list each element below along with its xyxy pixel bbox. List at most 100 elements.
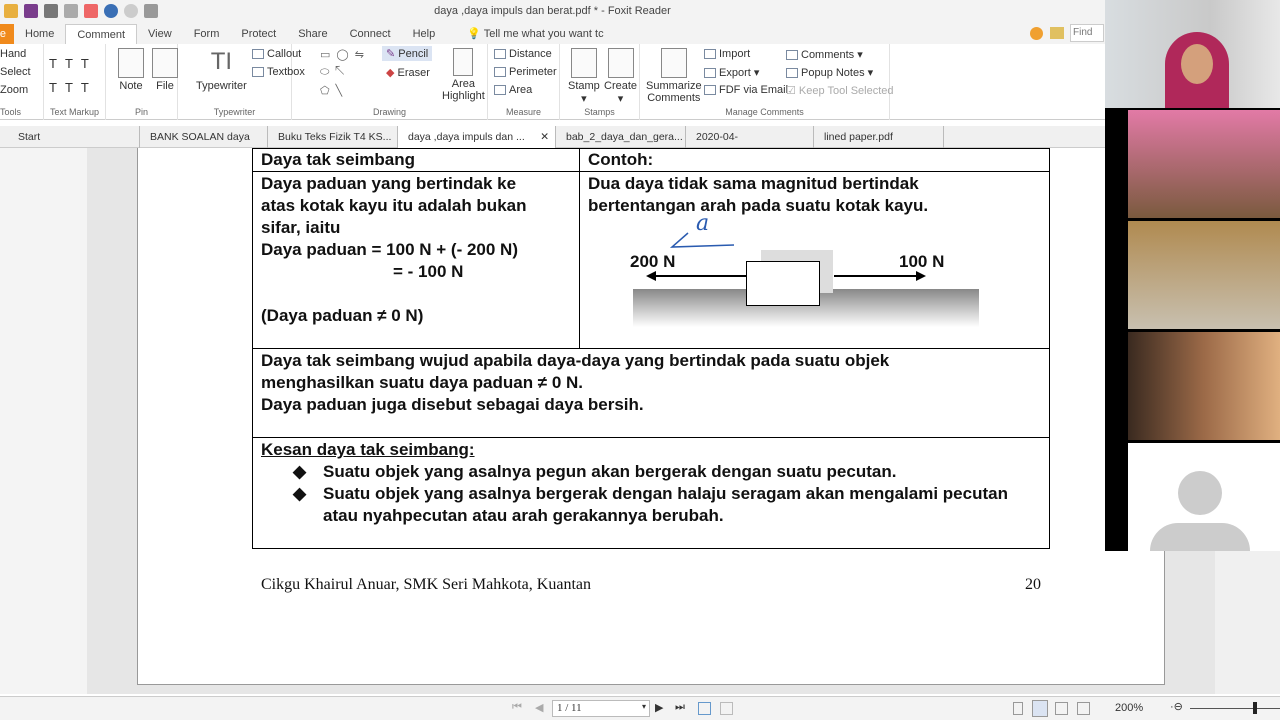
summarize-comments-button[interactable]: Summarize Comments — [646, 48, 702, 104]
participant-video-5 — [1128, 443, 1280, 551]
close-tab-icon[interactable]: ✕ — [540, 126, 549, 148]
group-label: Pin — [134, 107, 148, 117]
text-line: = - 100 N — [393, 262, 464, 281]
avatar-body — [1150, 523, 1250, 551]
force-diagram: a 200 N 100 N — [588, 213, 1041, 347]
area-highlight-button[interactable]: Area Highlight — [442, 48, 485, 102]
zoom-out-icon[interactable]: ·⊖ — [1170, 700, 1183, 713]
tab-buku-teks[interactable]: Buku Teks Fizik T4 KS... — [268, 126, 398, 148]
continuous-page-icon[interactable] — [1032, 700, 1048, 717]
force-right-label: 100 N — [899, 252, 945, 271]
comments-dropdown[interactable]: Comments ▾ — [786, 48, 863, 61]
next-page-icon[interactable]: ▶ — [655, 701, 663, 714]
import-label: Import — [719, 48, 751, 60]
tab-start[interactable]: Start — [8, 126, 140, 148]
document-tabs: Start BANK SOALAN daya d... Buku Teks Fi… — [0, 126, 1105, 165]
pencil-button[interactable]: ✎ Pencil — [382, 46, 433, 61]
tell-me-input[interactable]: 💡 Tell me what you want tc — [456, 24, 614, 44]
note-button[interactable]: Note — [118, 48, 144, 92]
participant-video-2 — [1128, 110, 1280, 218]
tab-bab-2[interactable]: bab_2_daya_dan_gera... — [556, 126, 686, 148]
text-line: Daya tak seimbang wujud apabila daya-day… — [261, 351, 890, 370]
menu-home[interactable]: Home — [14, 24, 65, 44]
tab-bank-soalan[interactable]: BANK SOALAN daya d... — [140, 126, 268, 165]
text-line: Dua daya tidak sama magnitud bertindak — [588, 174, 919, 193]
fdf-label: FDF via Email — [719, 84, 789, 96]
hand-tool[interactable]: Hand — [0, 48, 26, 60]
polygon-line-tools[interactable]: ⬠╲ — [320, 84, 348, 97]
menu-help[interactable]: Help — [402, 24, 447, 44]
highlight-underline-icons[interactable]: TTT — [49, 56, 97, 71]
prev-page-icon[interactable]: ◀ — [535, 701, 543, 714]
popup-notes-icon — [786, 68, 798, 79]
summarize-icon — [660, 48, 687, 78]
strikeout-replace-icons[interactable]: TTT — [49, 80, 97, 95]
fdf-email-icon — [704, 85, 716, 96]
file-button[interactable]: File — [152, 48, 178, 92]
tell-me-text: Tell me what you want tc — [483, 28, 604, 40]
select-tool[interactable]: Select — [0, 66, 31, 78]
group-label: Typewriter — [213, 107, 256, 117]
popup-notes-dropdown[interactable]: Popup Notes ▾ — [786, 66, 873, 79]
zoom-slider[interactable] — [1190, 702, 1280, 714]
keep-tool-selected-checkbox[interactable]: ☑ Keep Tool Selected — [786, 84, 894, 97]
tab-daya-active[interactable]: daya ,daya impuls dan ... ✕ — [398, 126, 556, 148]
zoom-level[interactable]: 200% — [1115, 702, 1143, 714]
area-label: Area — [451, 78, 476, 90]
last-page-icon[interactable]: ⏭ — [675, 701, 685, 714]
facing-page-icon[interactable] — [1055, 702, 1068, 715]
find-input[interactable]: Find — [1070, 24, 1104, 42]
tab-2020-04-01[interactable]: 2020-04-01_093611.pd... — [686, 126, 814, 165]
typewriter-button[interactable]: TI Typewriter — [196, 48, 247, 92]
text-line: menghasilkan suatu daya paduan ≠ 0 N. — [261, 373, 584, 392]
zoom-slider-thumb[interactable] — [1253, 702, 1257, 714]
import-button[interactable]: Import — [704, 48, 750, 60]
area-measure-label: Area — [509, 84, 533, 96]
first-page-icon[interactable]: ⏮ — [512, 701, 522, 714]
menu-comment[interactable]: Comment — [65, 24, 138, 44]
perimeter-button[interactable]: Perimeter — [494, 66, 557, 78]
create-stamp-icon — [607, 48, 634, 78]
previous-view-icon[interactable] — [698, 702, 711, 715]
single-page-icon[interactable] — [1013, 702, 1023, 715]
bullet-text: Suatu objek yang asalnya pegun akan berg… — [323, 462, 897, 481]
text-line: Daya paduan = 100 N + (- 200 N) — [261, 240, 518, 259]
zoom-tool[interactable]: Zoom — [0, 84, 28, 96]
distance-button[interactable]: Distance — [494, 48, 552, 60]
area-button[interactable]: Area — [494, 84, 532, 96]
typewriter-label: Typewriter — [196, 80, 247, 92]
stamp-label: Stamp — [568, 80, 600, 92]
continuous-facing-icon[interactable] — [1077, 702, 1090, 715]
menu-file[interactable]: File — [0, 24, 14, 44]
pencil-label: Pencil — [398, 48, 429, 60]
shape-tools[interactable]: ▭◯⇋ — [320, 48, 370, 61]
header-right: Contoh: — [579, 148, 1050, 172]
group-stamps: Stamp ▾ Create ▾ Stamps — [560, 44, 640, 120]
oval-arrow-tools[interactable]: ⬭↖ — [320, 66, 350, 79]
area-highlight-icon — [453, 48, 474, 76]
menu-form[interactable]: Form — [183, 24, 231, 44]
export-button[interactable]: Export ▾ — [704, 66, 759, 79]
next-view-icon[interactable] — [720, 702, 733, 715]
heart-icon[interactable] — [1030, 27, 1043, 40]
fdf-email-button[interactable]: FDF via Email — [704, 84, 788, 96]
example-cell: Dua daya tidak sama magnitud bertindak b… — [579, 171, 1050, 349]
folder-search-icon[interactable] — [1050, 27, 1064, 39]
group-measure: Distance Perimeter Area Measure — [488, 44, 560, 120]
typewriter-icon: TI — [210, 48, 233, 75]
arrow-right — [834, 275, 918, 277]
tab-label: daya ,daya impuls dan ... — [408, 131, 525, 143]
distance-label: Distance — [509, 48, 552, 60]
create-button[interactable]: Create ▾ — [604, 48, 637, 105]
stamp-button[interactable]: Stamp ▾ — [568, 48, 600, 105]
eraser-button[interactable]: ◆ Eraser — [386, 66, 430, 79]
menu-connect[interactable]: Connect — [339, 24, 402, 44]
page-number-input[interactable]: 1 / 11 ▾ — [552, 700, 650, 717]
file-label: File — [156, 80, 174, 92]
menu-share[interactable]: Share — [287, 24, 338, 44]
group-text-markup: TTT TTT Text Markup — [44, 44, 106, 120]
tab-lined-paper[interactable]: lined paper.pdf — [814, 126, 944, 148]
menu-protect[interactable]: Protect — [230, 24, 287, 44]
text-line: Daya paduan yang bertindak ke — [261, 174, 517, 193]
menu-view[interactable]: View — [137, 24, 183, 44]
